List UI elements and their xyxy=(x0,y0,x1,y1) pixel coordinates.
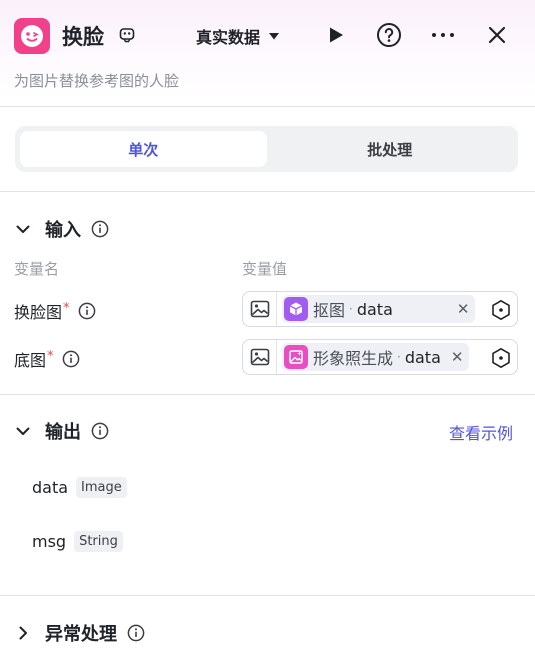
face-mask-icon xyxy=(119,28,135,43)
variable-chip: 抠图 · data ✕ xyxy=(282,295,476,323)
variable-picker-icon[interactable] xyxy=(490,299,512,321)
error-handling-section-header[interactable]: 异常处理 xyxy=(14,620,145,646)
tab-batch[interactable]: 批处理 xyxy=(267,131,514,167)
view-example-link[interactable]: 查看示例 xyxy=(449,420,513,444)
node-title: 换脸 xyxy=(62,25,104,49)
output-type-badge: String xyxy=(74,531,123,552)
info-icon[interactable] xyxy=(127,624,145,642)
input-section-header[interactable]: 输入 xyxy=(14,216,109,242)
source-variable-name: data xyxy=(404,347,441,367)
tab-single[interactable]: 单次 xyxy=(20,131,267,167)
variable-reference-field[interactable]: 形象照生成 · data ✕ xyxy=(242,339,518,375)
play-icon xyxy=(330,27,343,43)
more-icon xyxy=(432,33,454,37)
source-node-name: 抠图 xyxy=(313,301,346,320)
variable-reference-field[interactable]: 抠图 · data ✕ xyxy=(242,291,518,327)
portrait-generation-node-icon xyxy=(284,345,308,369)
output-variable-name: data xyxy=(32,478,69,497)
caret-down-icon xyxy=(269,33,280,40)
separator-dot: · xyxy=(397,350,401,364)
cutout-node-icon xyxy=(284,297,308,321)
output-section-header[interactable]: 输出 xyxy=(14,418,109,444)
divider xyxy=(0,595,535,596)
chevron-right-icon xyxy=(19,626,27,640)
source-variable-name: data xyxy=(356,299,393,319)
run-mode-tabs: 单次 批处理 xyxy=(15,126,518,172)
input-row-label: 底图 * xyxy=(14,347,80,371)
required-mark: * xyxy=(47,348,54,364)
variable-name-column-label: 变量名 xyxy=(14,260,60,278)
run-button[interactable] xyxy=(323,22,349,48)
info-icon[interactable] xyxy=(91,422,109,440)
error-handling-section-title: 异常处理 xyxy=(45,624,117,645)
data-mode-label: 真实数据 xyxy=(196,28,261,47)
face-swap-app-icon xyxy=(14,18,50,54)
input-name: 换脸图 xyxy=(14,303,63,322)
help-button[interactable] xyxy=(376,22,402,48)
info-icon[interactable] xyxy=(62,350,80,368)
close-button[interactable] xyxy=(484,22,510,48)
separator-dot: · xyxy=(349,302,353,316)
output-variable-name: msg xyxy=(32,532,67,551)
node-description: 为图片替换参考图的人脸 xyxy=(14,72,180,90)
panel-header: 换脸 真实数据 xyxy=(0,0,535,70)
image-type-icon xyxy=(243,292,277,326)
output-variable-row: data Image xyxy=(32,477,127,498)
output-section-title: 输出 xyxy=(45,422,81,443)
input-section-title: 输入 xyxy=(45,220,81,241)
more-button[interactable] xyxy=(430,22,456,48)
info-icon[interactable] xyxy=(91,220,109,238)
source-node-name: 形象照生成 xyxy=(313,349,394,368)
data-mode-select[interactable]: 真实数据 xyxy=(196,24,280,48)
input-row-label: 换脸图 * xyxy=(14,299,96,323)
input-name: 底图 xyxy=(14,351,47,370)
chevron-down-icon xyxy=(16,427,30,435)
required-mark: * xyxy=(63,300,70,316)
remove-variable-button[interactable]: ✕ xyxy=(451,348,464,366)
image-type-icon xyxy=(243,340,277,374)
output-type-badge: Image xyxy=(76,477,127,498)
node-test-panel: 换脸 真实数据 为图片替换参考图的人脸 单次 批处理 输入 变量名 变量值 换脸… xyxy=(0,0,535,652)
chevron-down-icon xyxy=(16,225,30,233)
divider xyxy=(0,106,535,107)
variable-chip: 形象照生成 · data ✕ xyxy=(282,343,470,371)
variable-value-column-label: 变量值 xyxy=(242,260,288,278)
variable-picker-icon[interactable] xyxy=(490,347,512,369)
close-icon xyxy=(488,26,506,44)
output-variable-row: msg String xyxy=(32,531,123,552)
divider xyxy=(0,394,535,395)
info-icon[interactable] xyxy=(78,302,96,320)
divider xyxy=(0,191,535,192)
help-icon xyxy=(377,23,401,47)
remove-variable-button[interactable]: ✕ xyxy=(457,300,470,318)
